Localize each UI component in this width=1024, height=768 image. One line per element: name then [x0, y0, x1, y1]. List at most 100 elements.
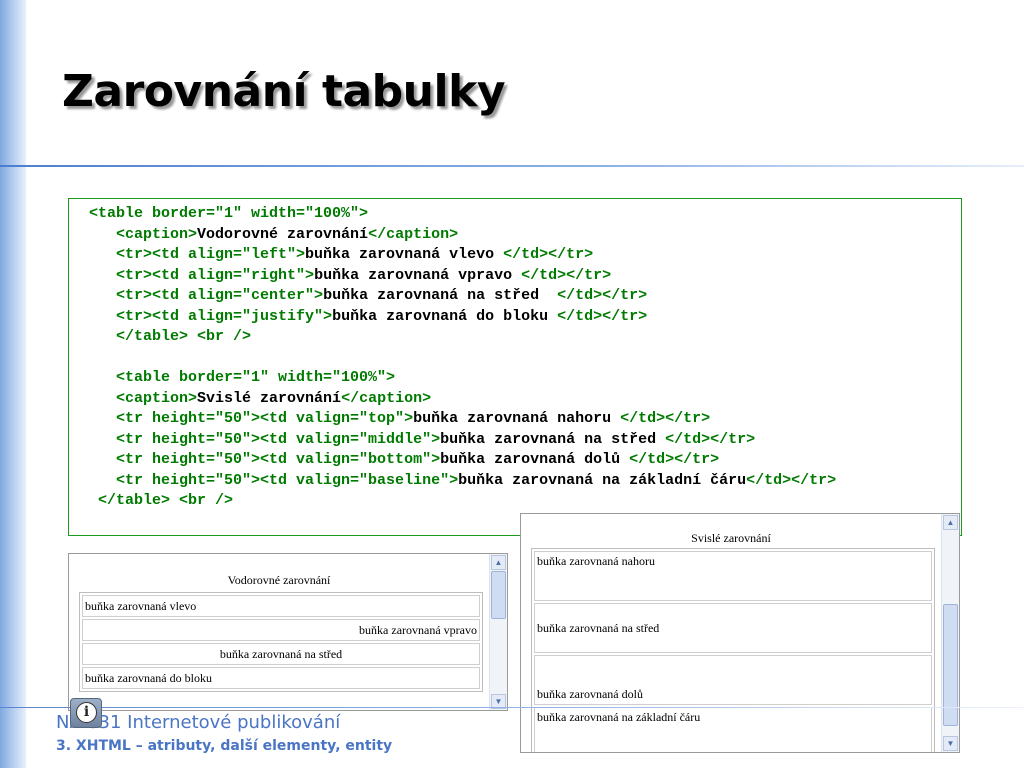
slide-title: Zarovnání tabulky [62, 66, 506, 117]
title-divider [0, 165, 1024, 167]
code-tag: </table> <br /> [116, 328, 252, 345]
scroll-down-button[interactable]: ▼ [943, 736, 958, 751]
table-row: buňka zarovnaná na základní čáru [534, 707, 932, 752]
info-icon[interactable]: i [70, 698, 102, 728]
table-row: buňka zarovnaná dolů [534, 655, 932, 705]
code-line: <caption>Svislé zarovnání</caption> [89, 389, 836, 410]
code-example-box: <table border="1" width="100%"> <caption… [68, 198, 962, 536]
table-cell: buňka zarovnaná na střed [82, 643, 480, 665]
code-line: <tr><td align="left">buňka zarovnaná vle… [89, 245, 836, 266]
code-line: <tr height="50"><td valign="bottom">buňk… [89, 450, 836, 471]
footer-divider [0, 707, 1024, 708]
code-line: <tr height="50"><td valign="baseline">bu… [89, 471, 836, 492]
code-tag: <tr><td align="justify"> [116, 307, 333, 325]
code-text: buňka zarovnaná na střed [440, 430, 666, 448]
code-tag: </td></tr> [746, 471, 837, 489]
code-tag: <tr height="50"><td valign="top"> [116, 410, 414, 427]
code-tag: <tr height="50"><td valign="middle"> [116, 430, 441, 448]
code-tag: </td></tr> [557, 287, 648, 304]
code-tag: </td></tr> [503, 246, 594, 263]
horizontal-alignment-table: buňka zarovnaná vlevo buňka zarovnaná vpr… [79, 592, 483, 692]
code-tag: </caption> [368, 225, 459, 243]
code-line: <tr><td align="justify">buňka zarovnaná … [89, 307, 836, 328]
code-tag: <table border="1" width="100%"> [89, 205, 369, 222]
table-row: buňka zarovnaná vlevo [82, 595, 480, 617]
table-caption: Svislé zarovnání [691, 531, 771, 545]
code-line: <tr height="50"><td valign="middle">buňk… [89, 430, 836, 451]
code-tag: </td></tr> [629, 451, 720, 468]
code-tag: <caption> [116, 389, 198, 407]
code-listing: <table border="1" width="100%"> <caption… [89, 204, 836, 512]
code-tag: </td></tr> [521, 266, 612, 284]
table-cell: buňka zarovnaná nahoru [534, 551, 932, 601]
code-tag: </caption> [341, 389, 432, 407]
code-text: buňka zarovnaná nahoru [413, 410, 621, 427]
code-line: </table> <br /> [89, 491, 836, 512]
code-text: buňka zarovnaná na střed [323, 287, 558, 304]
table-cell: buňka zarovnaná do bloku [82, 667, 480, 689]
code-line [89, 348, 836, 369]
table-row: buňka zarovnaná na střed [534, 603, 932, 653]
code-tag: </td></tr> [665, 430, 756, 448]
code-text: buňka zarovnaná na základní čáru [458, 471, 747, 489]
vertical-scrollbar[interactable]: ▲ ▼ [489, 554, 507, 710]
code-text: Svislé zarovnání [197, 389, 342, 407]
code-tag: </td></tr> [557, 307, 648, 325]
code-tag: <tr><td align="center"> [116, 287, 324, 304]
left-decorative-stripe [0, 0, 26, 768]
code-text: buňka zarovnaná vlevo [305, 246, 504, 263]
table-cell: buňka zarovnaná na střed [534, 603, 932, 653]
horizontal-alignment-preview-window: Vodorovné zarovnání buňka zarovnaná vlev… [68, 553, 508, 711]
table-cell: buňka zarovnaná vpravo [82, 619, 480, 641]
table-row: buňka zarovnaná na střed [82, 643, 480, 665]
code-tag: <tr><td align="left"> [116, 246, 306, 263]
code-line: <tr height="50"><td valign="top">buňka z… [89, 409, 836, 430]
scroll-up-button[interactable]: ▲ [943, 515, 958, 530]
info-glyph: i [76, 702, 97, 723]
code-line: <table border="1" width="100%"> [89, 368, 836, 389]
code-tag: </td></tr> [620, 410, 711, 427]
table-cell: buňka zarovnaná na základní čáru [534, 707, 932, 752]
scroll-up-button[interactable]: ▲ [491, 555, 506, 570]
code-line: <caption>Vodorovné zarovnání</caption> [89, 225, 836, 246]
code-text: Vodorovné zarovnání [197, 225, 369, 243]
vertical-alignment-preview-window: Svislé zarovnání buňka zarovnaná nahoru b… [520, 513, 960, 753]
scroll-thumb[interactable] [491, 571, 506, 619]
table-row: buňka zarovnaná do bloku [82, 667, 480, 689]
code-tag: </table> <br /> [98, 492, 234, 509]
table-cell: buňka zarovnaná dolů [534, 655, 932, 705]
code-line: <tr><td align="center">buňka zarovnaná n… [89, 286, 836, 307]
table-caption: Vodorovné zarovnání [227, 573, 331, 587]
table-row: buňka zarovnaná nahoru [534, 551, 932, 601]
code-text: buňka zarovnaná vpravo [314, 266, 522, 284]
code-tag: <tr><td align="right"> [116, 266, 315, 284]
code-line: </table> <br /> [89, 327, 836, 348]
footer-topic: 3. XHTML – atributy, další elementy, ent… [56, 738, 393, 754]
code-line: <table border="1" width="100%"> [89, 204, 836, 225]
code-tag: <table border="1" width="100%"> [116, 369, 396, 386]
vertical-alignment-table: buňka zarovnaná nahoru buňka zarovnaná na… [531, 548, 935, 752]
code-text: buňka zarovnaná dolů [440, 451, 630, 468]
code-text: buňka zarovnaná do bloku [332, 307, 558, 325]
code-tag: <caption> [116, 225, 198, 243]
code-line: <tr><td align="right">buňka zarovnaná vp… [89, 266, 836, 287]
code-tag: <tr height="50"><td valign="bottom"> [116, 451, 441, 468]
table-row: buňka zarovnaná vpravo [82, 619, 480, 641]
code-tag: <tr height="50"><td valign="baseline"> [116, 471, 459, 489]
table-cell: buňka zarovnaná vlevo [82, 595, 480, 617]
vertical-scrollbar[interactable]: ▲ ▼ [941, 514, 959, 752]
